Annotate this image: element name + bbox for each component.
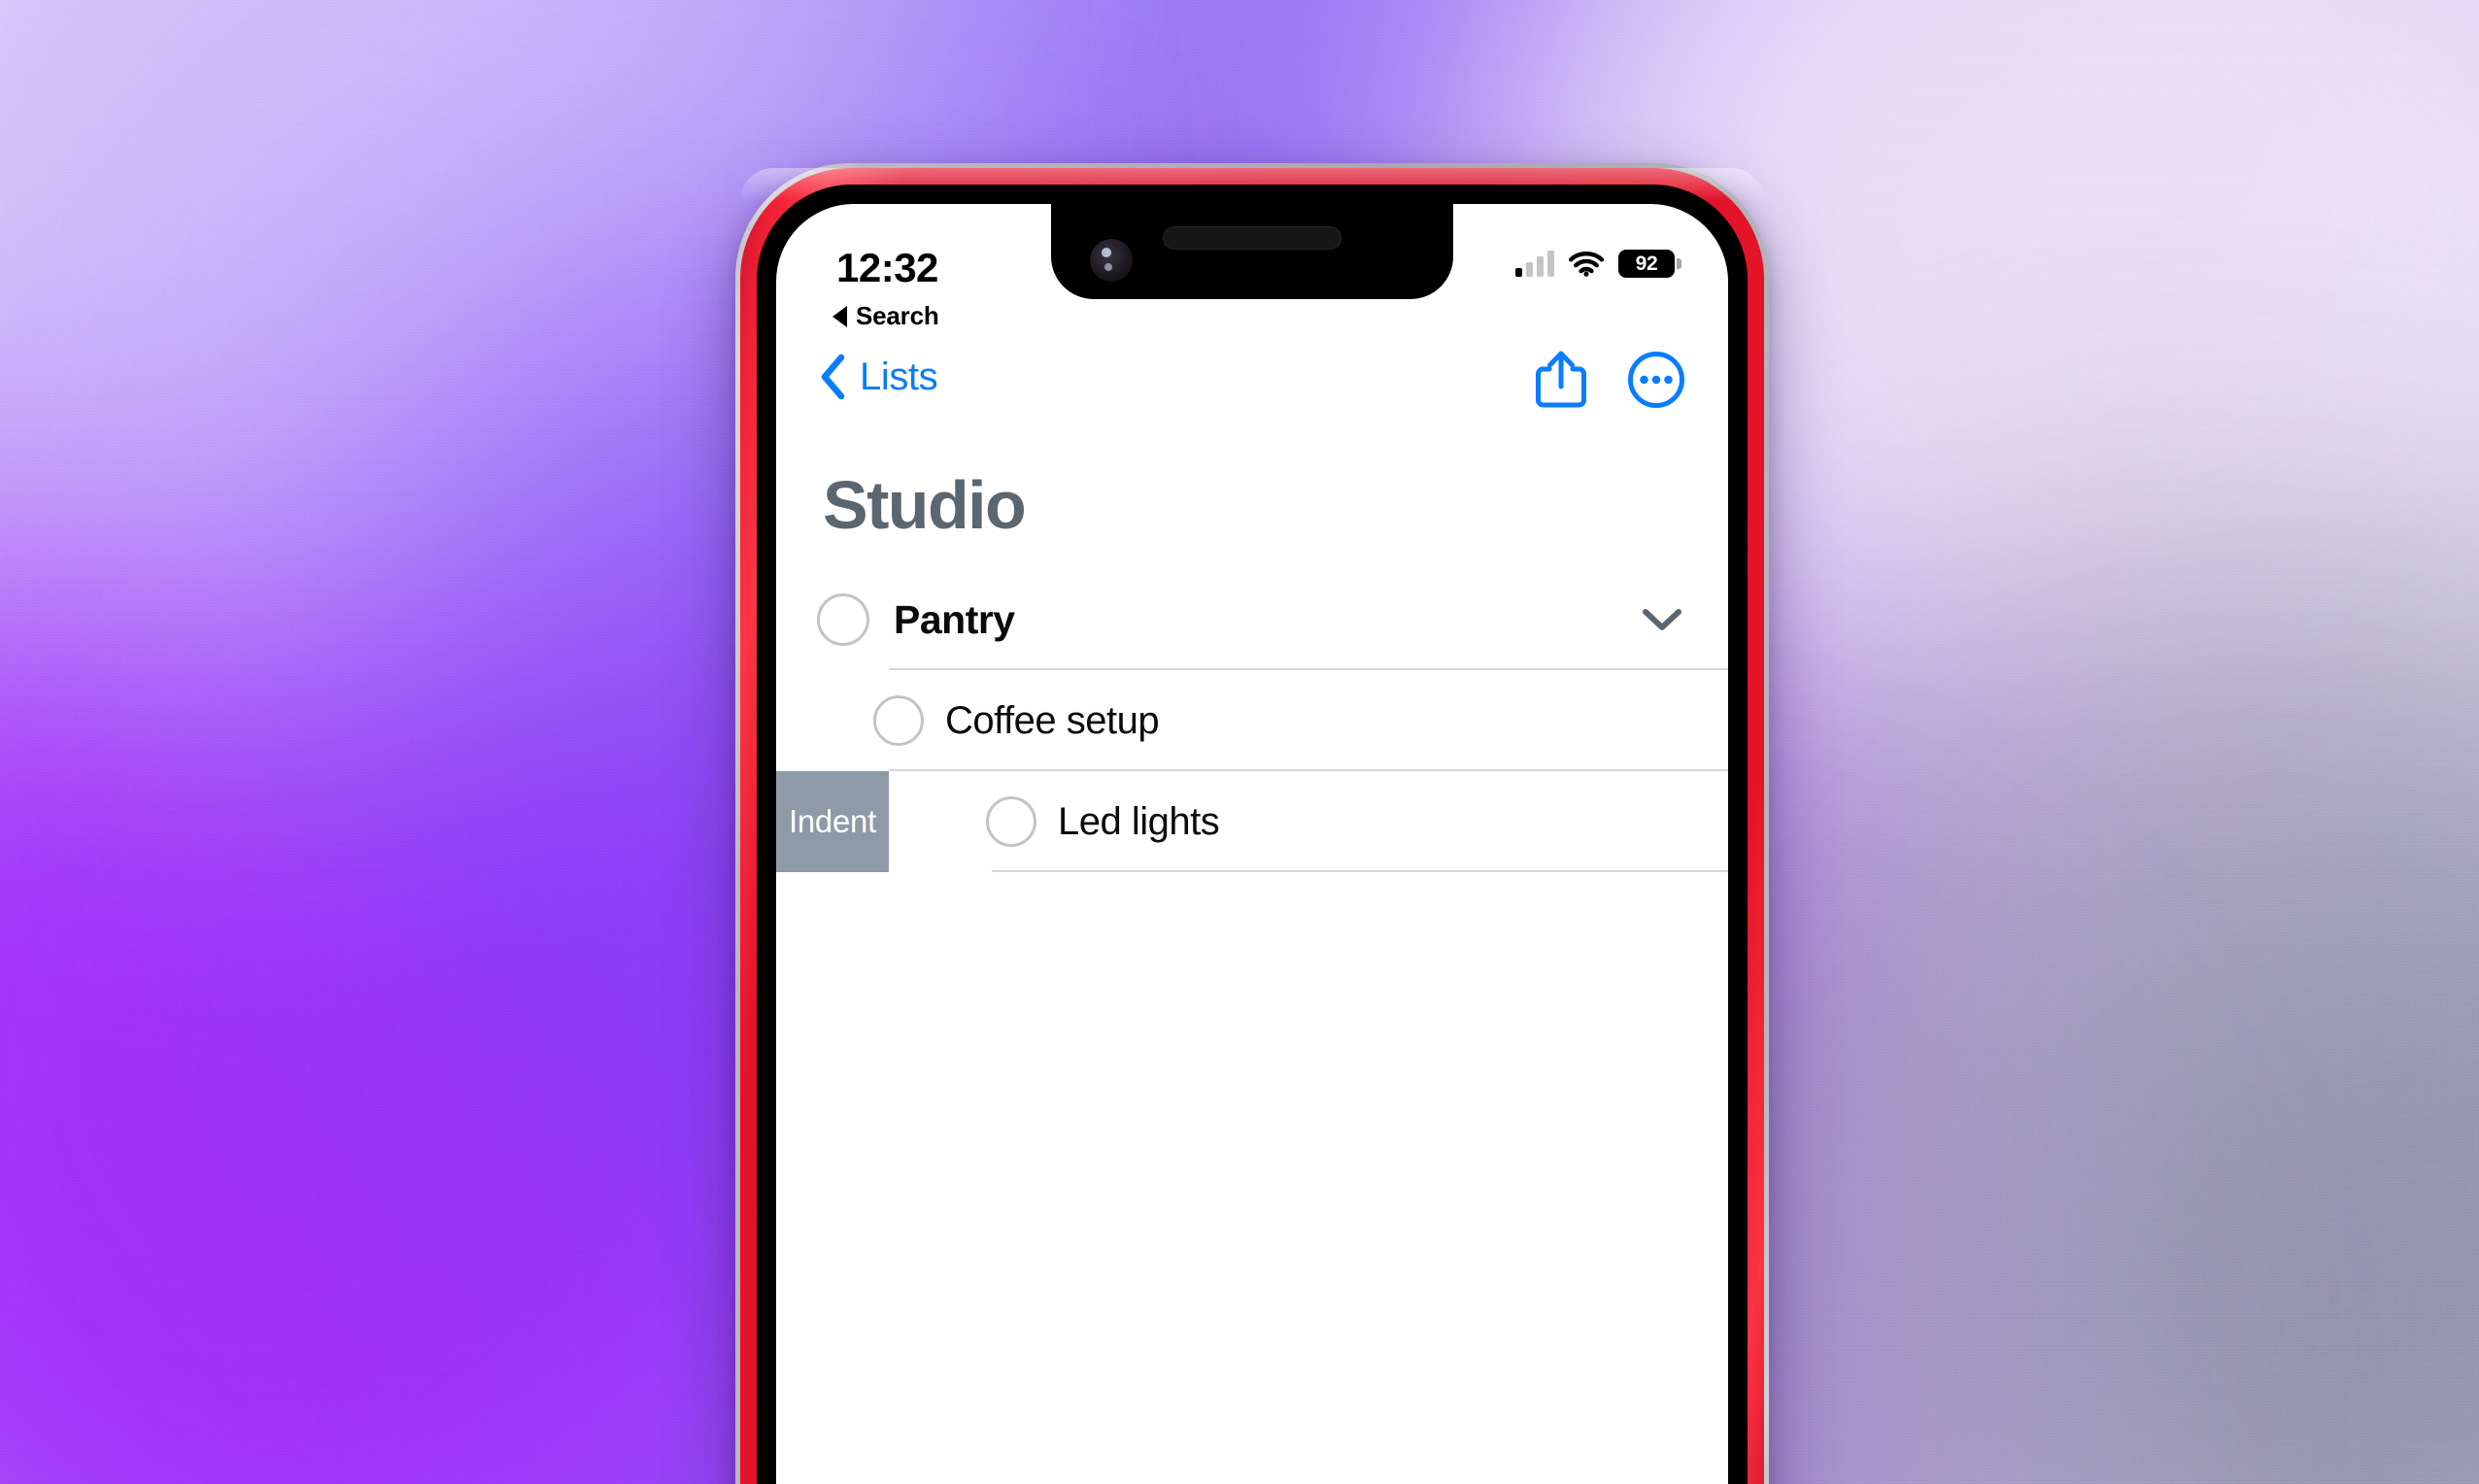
- share-icon[interactable]: [1534, 350, 1588, 410]
- back-to-app-indicator[interactable]: Search: [832, 301, 939, 331]
- navigation-bar: Lists: [776, 340, 1728, 433]
- back-button-label: Lists: [860, 354, 938, 398]
- status-indicators: 92: [1515, 250, 1681, 278]
- screenshot-root: 12:32 92 Search Lists Studio Pantry Coff…: [0, 0, 2479, 1484]
- page-title: Studio: [823, 467, 1027, 543]
- group-collapse-toggle[interactable]: [1641, 606, 1683, 633]
- cellular-signal-icon: [1515, 250, 1554, 277]
- chevron-left-icon: [821, 354, 845, 400]
- reminder-bubble-icon[interactable]: [817, 593, 869, 646]
- list-item-label: Led lights: [1058, 799, 1220, 843]
- indent-swipe-action-button[interactable]: Indent: [776, 771, 889, 872]
- table-row[interactable]: Pantry: [776, 569, 1728, 670]
- display-notch: [1051, 204, 1453, 299]
- earpiece-speaker-icon: [1163, 226, 1341, 250]
- battery-level-label: 92: [1635, 252, 1658, 275]
- list-item-label: Pantry: [894, 596, 1015, 642]
- list-item-label: Coffee setup: [945, 698, 1160, 742]
- wifi-icon: [1569, 252, 1604, 277]
- reminder-bubble-icon[interactable]: [873, 695, 924, 746]
- battery-icon: 92: [1618, 250, 1681, 278]
- table-row[interactable]: Indent Led lights: [776, 771, 1728, 872]
- phone-screen: 12:32 92 Search Lists Studio Pantry Coff…: [776, 204, 1728, 1484]
- nav-actions: [1534, 350, 1685, 410]
- device-front-glass: 12:32 92 Search Lists Studio Pantry Coff…: [757, 185, 1748, 1484]
- status-time: 12:32: [836, 245, 938, 290]
- front-camera-icon: [1090, 239, 1133, 282]
- reminder-bubble-icon[interactable]: [986, 796, 1036, 847]
- back-to-app-label: Search: [856, 301, 939, 330]
- reminders-list: Pantry Coffee setup Indent Led lights: [776, 569, 1728, 1484]
- iphone-device: 12:32 92 Search Lists Studio Pantry Coff…: [735, 163, 1769, 1484]
- chevron-down-icon: [1643, 609, 1681, 630]
- table-row[interactable]: Coffee setup: [776, 670, 1728, 771]
- indent-swipe-action-label: Indent: [789, 803, 876, 839]
- ellipsis-circle-icon[interactable]: [1627, 351, 1685, 409]
- back-button[interactable]: Lists: [819, 354, 938, 400]
- row-separator: [992, 870, 1728, 872]
- back-triangle-icon: [832, 305, 847, 327]
